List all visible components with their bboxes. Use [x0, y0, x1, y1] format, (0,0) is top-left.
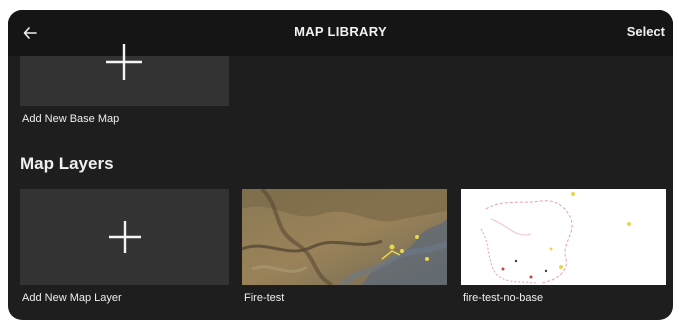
device-screen: MAP LIBRARY Select Add New Base Map Map …	[8, 10, 673, 320]
add-base-map-label: Add New Base Map	[22, 113, 120, 125]
satellite-map-image	[242, 189, 447, 285]
page-title: MAP LIBRARY	[294, 24, 387, 39]
add-base-map-tile[interactable]	[20, 44, 229, 106]
map-layer-label-fire-test: Fire-test	[244, 292, 285, 304]
add-map-layer-tile[interactable]	[20, 189, 229, 285]
map-layers-heading: Map Layers	[20, 154, 114, 173]
map-outline-image	[480, 192, 631, 284]
select-button[interactable]: Select	[627, 24, 665, 39]
map-layer-thumbnail-fire-test-no-base[interactable]	[461, 189, 666, 285]
add-map-layer-label: Add New Map Layer	[22, 292, 122, 304]
plus-icon	[106, 44, 142, 80]
map-layer-thumbnail-fire-test[interactable]	[242, 189, 447, 285]
plus-icon	[108, 221, 141, 253]
map-layer-label-fire-test-no-base: fire-test-no-base	[463, 292, 544, 304]
